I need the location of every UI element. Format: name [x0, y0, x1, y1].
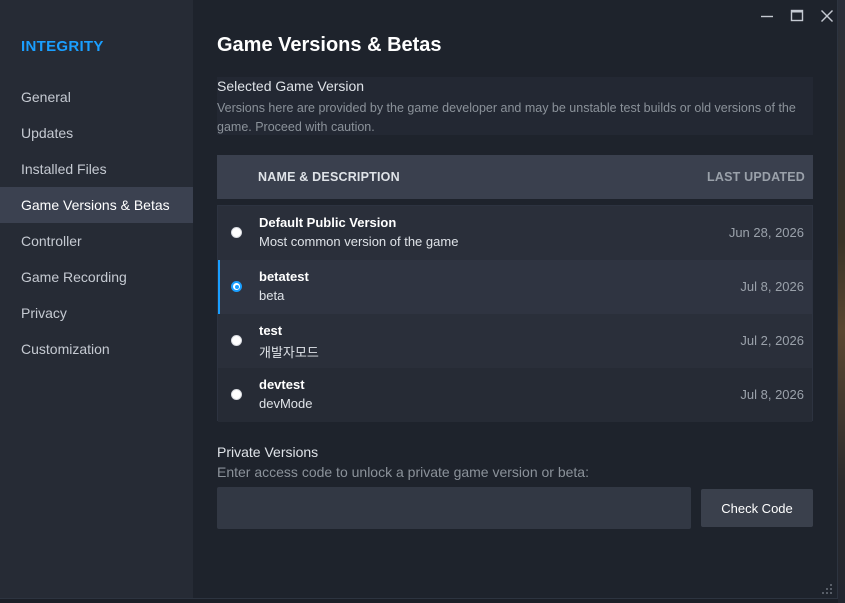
sidebar-item-controller[interactable]: Controller	[0, 223, 193, 259]
version-description: devMode	[259, 396, 313, 411]
sidebar-item-privacy[interactable]: Privacy	[0, 295, 193, 331]
column-header-last-updated: LAST UPDATED	[707, 170, 805, 184]
access-code-input[interactable]	[217, 487, 691, 529]
selected-version-heading: Selected Game Version	[217, 78, 365, 94]
page-title: Game Versions & Betas	[217, 34, 442, 56]
version-last-updated: Jun 28, 2026	[728, 225, 804, 240]
version-radio[interactable]	[231, 335, 242, 346]
resize-grip-icon[interactable]	[821, 582, 833, 594]
version-radio-selected[interactable]	[231, 281, 242, 292]
version-description: Most common version of the game	[259, 234, 459, 249]
version-last-updated: Jul 2, 2026	[740, 333, 804, 348]
sidebar: INTEGRITY General Updates Installed File…	[0, 0, 193, 598]
close-icon[interactable]	[815, 4, 837, 28]
version-radio[interactable]	[231, 389, 242, 400]
radio-dot	[234, 284, 239, 289]
game-title: INTEGRITY	[21, 38, 104, 55]
maximize-icon[interactable]	[785, 4, 809, 28]
sidebar-item-general[interactable]: General	[0, 79, 193, 115]
sidebar-item-customization[interactable]: Customization	[0, 331, 193, 367]
sidebar-nav: General Updates Installed Files Game Ver…	[0, 79, 193, 367]
table-row[interactable]: devtest devMode Jul 8, 2026	[218, 368, 812, 422]
column-header-name: NAME & DESCRIPTION	[258, 170, 400, 184]
private-versions-description: Enter access code to unlock a private ga…	[217, 464, 589, 480]
version-radio[interactable]	[231, 227, 242, 238]
settings-window: INTEGRITY General Updates Installed File…	[0, 0, 838, 599]
version-last-updated: Jul 8, 2026	[740, 387, 804, 402]
versions-table: Default Public Version Most common versi…	[217, 205, 813, 422]
versions-table-header: NAME & DESCRIPTION LAST UPDATED	[217, 155, 813, 199]
selected-version-description: Versions here are provided by the game d…	[217, 101, 796, 134]
version-name: betatest	[259, 269, 309, 284]
minimize-icon[interactable]	[755, 4, 779, 28]
version-name: test	[259, 323, 283, 338]
background-window-edge	[838, 0, 845, 603]
sidebar-item-game-versions-betas[interactable]: Game Versions & Betas	[0, 187, 193, 223]
table-row[interactable]: test 개발자모드 Jul 2, 2026	[218, 314, 812, 368]
sidebar-item-installed-files[interactable]: Installed Files	[0, 151, 193, 187]
version-last-updated: Jul 8, 2026	[740, 279, 804, 294]
version-description: beta	[259, 288, 285, 303]
sidebar-item-game-recording[interactable]: Game Recording	[0, 259, 193, 295]
private-versions-heading: Private Versions	[217, 444, 319, 460]
selected-version-info: Selected Game Version Versions here are …	[217, 77, 813, 135]
table-row[interactable]: Default Public Version Most common versi…	[218, 206, 812, 260]
sidebar-item-updates[interactable]: Updates	[0, 115, 193, 151]
table-row[interactable]: betatest beta Jul 8, 2026	[218, 260, 812, 314]
version-description: 개발자모드	[259, 345, 319, 360]
version-name: devtest	[259, 377, 305, 392]
version-name: Default Public Version	[259, 215, 397, 230]
check-code-button[interactable]: Check Code	[701, 489, 813, 527]
